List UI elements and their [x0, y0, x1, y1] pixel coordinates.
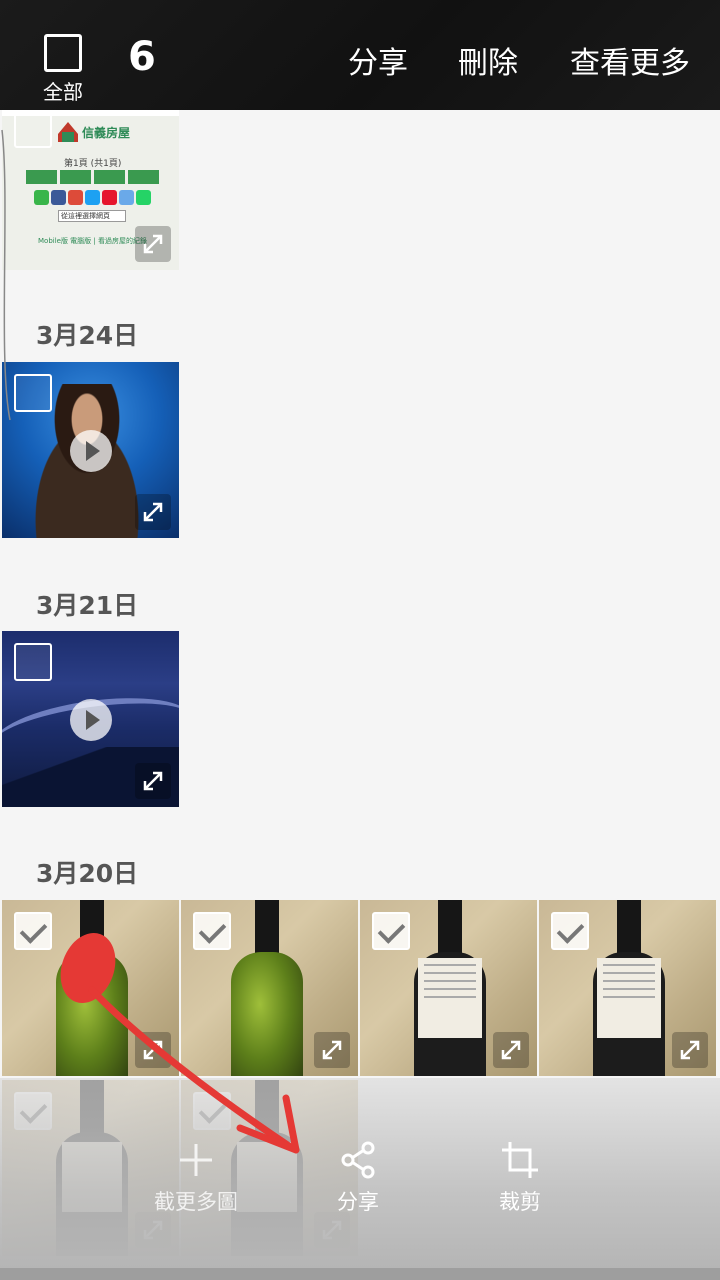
thumb-brand: 信義房屋: [82, 126, 131, 140]
checkbox-checked-icon[interactable]: [551, 912, 589, 950]
whatsapp-icon: [136, 190, 151, 205]
crop-button[interactable]: 裁剪: [450, 1140, 590, 1216]
bottle-image: [410, 900, 490, 1076]
photo-thumbnail[interactable]: [360, 900, 537, 1076]
photo-thumbnail[interactable]: 請選擇網 信義房屋 第1頁 (共1頁) 從這裡選擇網頁 Mobile版 電腦版 …: [2, 94, 179, 270]
date-header: 3月21日: [36, 591, 139, 620]
photo-thumbnail[interactable]: [2, 900, 179, 1076]
system-nav-strip: [0, 1268, 720, 1280]
thumb-page-text: 第1頁 (共1頁): [64, 159, 122, 169]
expand-icon[interactable]: [672, 1032, 708, 1068]
bottle-image: [52, 900, 132, 1076]
play-icon[interactable]: [70, 430, 112, 472]
selection-action-bar: 全部 6 分享 刪除 查看更多: [0, 0, 720, 110]
expand-icon[interactable]: [135, 226, 171, 262]
select-all-label: 全部: [43, 80, 83, 104]
share-icon: [341, 1141, 375, 1179]
selected-count: 6: [128, 34, 156, 80]
capture-more-button[interactable]: 截更多圖: [126, 1140, 266, 1216]
capture-share-label: 分享: [337, 1190, 379, 1214]
line-icon: [34, 190, 49, 205]
expand-icon[interactable]: [314, 1032, 350, 1068]
select-all-toggle[interactable]: 全部: [40, 34, 86, 105]
plus-icon: [180, 1144, 212, 1176]
google-plus-icon: [68, 190, 83, 205]
date-header: 3月20日: [36, 859, 139, 888]
video-thumbnail[interactable]: [2, 631, 179, 807]
delete-button[interactable]: 刪除: [458, 38, 518, 82]
checkbox-icon[interactable]: [14, 643, 52, 681]
play-icon[interactable]: [70, 699, 112, 741]
checkbox-icon[interactable]: [14, 110, 52, 148]
crop-icon: [502, 1142, 538, 1178]
expand-icon[interactable]: [135, 494, 171, 530]
facebook-icon: [51, 190, 66, 205]
thumb-footer: Mobile版 電腦版 | 看過房屋的紀錄: [38, 237, 147, 245]
photo-thumbnail[interactable]: [181, 900, 358, 1076]
bottle-image: [589, 900, 669, 1076]
thumb-select: 從這裡選擇網頁: [58, 210, 126, 222]
more-button[interactable]: 查看更多: [570, 38, 690, 82]
capture-share-button[interactable]: 分享: [288, 1140, 428, 1216]
expand-icon[interactable]: [135, 763, 171, 799]
expand-icon[interactable]: [135, 1032, 171, 1068]
date-header: 3月24日: [36, 321, 139, 350]
capture-more-label: 截更多圖: [154, 1190, 238, 1214]
photo-thumbnail[interactable]: [539, 900, 716, 1076]
weibo-icon: [102, 190, 117, 205]
checkbox-checked-icon[interactable]: [14, 912, 52, 950]
share-button[interactable]: 分享: [348, 38, 408, 82]
expand-icon[interactable]: [493, 1032, 529, 1068]
crop-label: 裁剪: [499, 1190, 541, 1214]
bottle-image: [227, 900, 307, 1076]
thumb-button-row: [26, 170, 159, 184]
video-thumbnail[interactable]: [2, 362, 179, 538]
qq-icon: [119, 190, 134, 205]
checkbox-icon[interactable]: [14, 374, 52, 412]
twitter-icon: [85, 190, 100, 205]
checkbox-checked-icon[interactable]: [193, 912, 231, 950]
checkbox-checked-icon[interactable]: [372, 912, 410, 950]
thumb-share-icons: [34, 190, 151, 205]
select-all-checkbox-icon[interactable]: [44, 34, 82, 72]
brand-logo-door-icon: [62, 132, 74, 142]
